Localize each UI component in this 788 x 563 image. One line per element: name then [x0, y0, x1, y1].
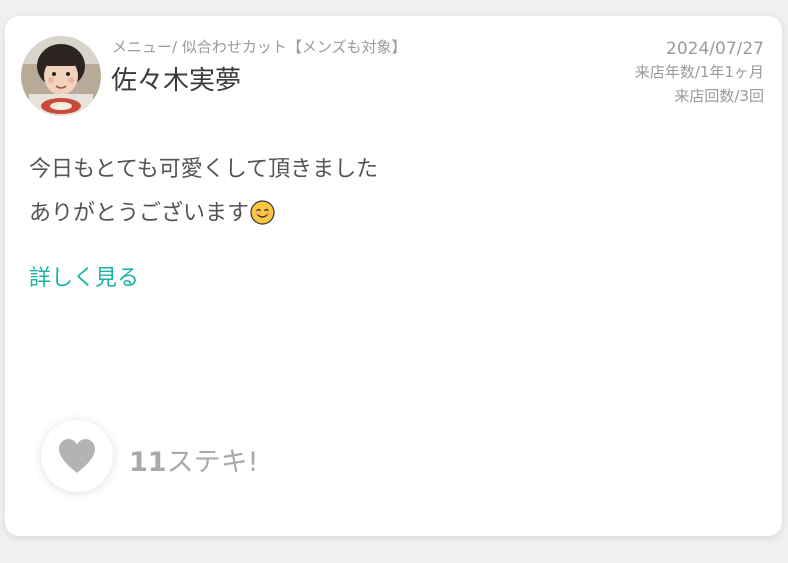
review-line-2-text: ありがとうございます: [29, 201, 250, 226]
avatar: [21, 36, 101, 116]
review-card: メニュー/ 似合わせカット【メンズも対象】 佐々木実夢 2024/07/27 来…: [5, 16, 782, 536]
smiling-face-emoji: [250, 197, 275, 225]
avatar-photo: [21, 36, 101, 116]
like-button[interactable]: [41, 420, 113, 492]
visit-count: 来店回数/3回: [674, 87, 764, 105]
heart-icon: [59, 439, 95, 473]
like-label: ステキ!: [166, 447, 259, 478]
read-more-link[interactable]: 詳しく見る: [29, 260, 139, 292]
visit-years: 来店年数/1年1ヶ月: [634, 63, 764, 81]
review-line-2: ありがとうございます: [29, 192, 378, 236]
review-body: 今日もとても可愛くして頂きました ありがとうございます: [29, 148, 378, 236]
like-info: 11ステキ!: [129, 440, 258, 479]
review-line-1: 今日もとても可愛くして頂きました: [29, 157, 379, 182]
author-name: 佐々木実夢: [111, 66, 242, 96]
menu-label: メニュー/ 似合わせカット【メンズも対象】: [112, 38, 407, 56]
review-date: 2024/07/27: [666, 39, 764, 59]
like-count: 11: [129, 447, 167, 478]
review-meta: 2024/07/27 来店年数/1年1ヶ月 来店回数/3回: [635, 38, 764, 108]
